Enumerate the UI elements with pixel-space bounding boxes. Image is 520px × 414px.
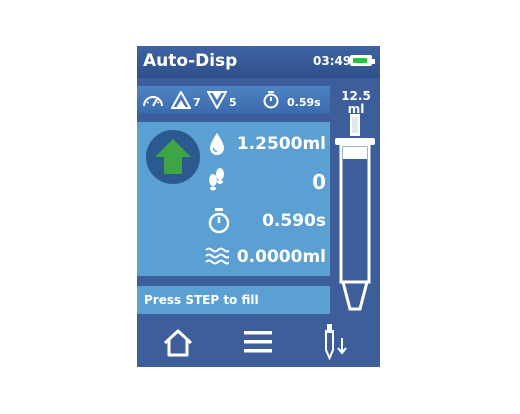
- up-arrow-icon[interactable]: [145, 129, 201, 185]
- battery-icon: [350, 55, 375, 66]
- interval-stopwatch-icon: [208, 208, 230, 234]
- mode-title: Auto-Disp: [143, 51, 238, 71]
- tip-capacity-value: 12.5 ml: [341, 89, 371, 116]
- home-icon[interactable]: [163, 328, 193, 358]
- dispense-speed-icon: [207, 91, 227, 109]
- menu-icon[interactable]: [244, 330, 272, 354]
- dispense-speed-value: 5: [229, 96, 237, 109]
- title-bar: Auto-Disp 03:49: [137, 46, 380, 78]
- tip-capacity: 12.5 ml: [336, 90, 376, 116]
- readings-panel: 1.2500ml 0 0.590s 0.0000ml: [137, 122, 330, 276]
- settings-status-bar[interactable]: 7 5 0.59s: [137, 86, 330, 114]
- mix-volume-value: 0.0000ml: [236, 247, 326, 267]
- instruction-message: Press STEP to fill: [144, 293, 259, 307]
- drop-icon: [210, 133, 224, 155]
- footsteps-icon: [209, 168, 224, 191]
- pipette-eject-icon[interactable]: [323, 324, 349, 360]
- clock: 03:49: [313, 54, 352, 68]
- battery-level: [353, 58, 367, 63]
- volume-value: 1.2500ml: [236, 134, 326, 154]
- speedometer-icon: [143, 96, 163, 107]
- message-bar: Press STEP to fill: [137, 286, 330, 314]
- syringe-icon: [335, 114, 375, 311]
- bottom-nav: [137, 316, 380, 367]
- aspirate-speed-icon: [171, 91, 191, 109]
- pipette-screen: Auto-Disp 03:49 7 5 0.59s 12.5 ml 1.2500…: [137, 46, 380, 367]
- interval-value: 0.590s: [262, 211, 326, 231]
- waves-icon: [205, 247, 229, 265]
- steps-value: 0: [312, 170, 326, 194]
- aspirate-speed-value: 7: [193, 96, 201, 109]
- stopwatch-icon: [263, 91, 279, 109]
- delay-value: 0.59s: [287, 96, 321, 109]
